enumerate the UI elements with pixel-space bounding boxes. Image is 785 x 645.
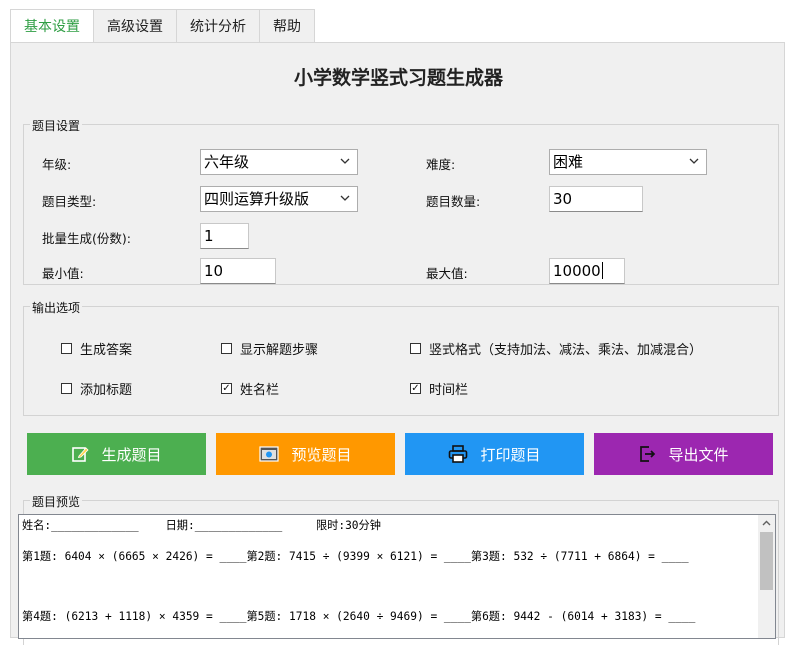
time-field-checkbox[interactable]: ✓ 时间栏: [410, 379, 468, 398]
question-settings-group: 题目设置 年级: 六年级 难度: 困难 题目类型: 四则运算升级版 题目数量: …: [23, 117, 779, 285]
preview-icon: [259, 446, 280, 462]
print-button[interactable]: 打印题目: [405, 433, 584, 475]
tab-help[interactable]: 帮助: [259, 9, 315, 43]
export-button[interactable]: 导出文件: [594, 433, 773, 475]
checkbox-box: [61, 343, 72, 354]
question-type-select-value: 四则运算升级版: [204, 190, 310, 208]
chevron-down-icon: [340, 158, 350, 164]
checkbox-box: [410, 343, 421, 354]
vertical-format-checkbox[interactable]: 竖式格式（支持加法、减法、乘法、加减混合）: [410, 339, 702, 358]
output-options-group: 输出选项 生成答案 显示解题步骤 竖式格式（支持加法、减法、乘法、加减混合） 添…: [23, 299, 779, 416]
generate-button[interactable]: 生成题目: [27, 433, 206, 475]
chevron-down-icon: [340, 195, 350, 201]
preview-legend: 题目预览: [30, 493, 83, 510]
vertical-format-label: 竖式格式（支持加法、减法、乘法、加减混合）: [429, 343, 703, 358]
vertical-scrollbar[interactable]: [758, 515, 775, 638]
question-count-input[interactable]: 30: [549, 186, 643, 212]
tab-statistics[interactable]: 统计分析: [176, 9, 260, 43]
app-title: 小学数学竖式习题生成器: [293, 67, 503, 89]
scrollbar-thumb[interactable]: [760, 532, 773, 590]
scroll-up-icon[interactable]: [761, 518, 772, 529]
output-options-legend: 输出选项: [30, 299, 83, 316]
show-steps-label: 显示解题步骤: [240, 343, 319, 358]
printer-icon: [449, 445, 468, 463]
difficulty-select[interactable]: 困难: [549, 149, 707, 175]
min-value-input[interactable]: 10: [200, 258, 276, 284]
difficulty-select-value: 困难: [553, 153, 584, 171]
name-field-checkbox[interactable]: ✓ 姓名栏: [221, 379, 279, 398]
batch-count-label: 批量生成(份数):: [42, 231, 131, 246]
export-icon: [640, 446, 656, 462]
grade-select[interactable]: 六年级: [200, 149, 358, 175]
preview-textarea[interactable]: 姓名:_____________ 日期:_____________ 限时:30分…: [18, 514, 776, 639]
generate-button-label: 生成题目: [101, 445, 162, 464]
edit-icon: [72, 447, 90, 462]
question-count-label: 题目数量:: [426, 194, 481, 209]
tab-advanced-settings[interactable]: 高级设置: [93, 9, 177, 43]
generate-answer-label: 生成答案: [80, 343, 133, 358]
preview-button[interactable]: 预览题目: [216, 433, 395, 475]
checkmark-icon: ✓: [221, 383, 232, 394]
name-field-label: 姓名栏: [240, 383, 280, 398]
export-button-label: 导出文件: [668, 445, 729, 464]
preview-button-label: 预览题目: [291, 445, 352, 464]
generate-answer-checkbox[interactable]: 生成答案: [61, 339, 132, 358]
max-value-text: 10000: [553, 262, 601, 280]
preview-line: 第1题: 6404 × (6665 × 2426) = ____第2题: 741…: [22, 550, 689, 563]
tab-panel: 小学数学竖式习题生成器 题目设置 年级: 六年级 难度: 困难 题目类型: 四则…: [10, 42, 785, 645]
question-type-select[interactable]: 四则运算升级版: [200, 186, 358, 212]
grade-select-value: 六年级: [204, 153, 250, 171]
checkbox-box: [221, 343, 232, 354]
add-title-label: 添加标题: [80, 383, 133, 398]
preview-line: 第4题: (6213 + 1118) × 4359 = ____第5题: 171…: [22, 610, 696, 623]
checkbox-box: [61, 383, 72, 394]
preview-header-line: 姓名:_____________ 日期:_____________ 限时:30分…: [22, 519, 381, 532]
question-settings-legend: 题目设置: [30, 117, 83, 134]
batch-count-input[interactable]: 1: [200, 223, 249, 249]
text-caret: [601, 262, 603, 279]
checkmark-icon: ✓: [410, 383, 421, 394]
max-value-input[interactable]: 10000: [549, 258, 625, 284]
tab-basic-settings[interactable]: 基本设置: [10, 9, 94, 44]
question-type-label: 题目类型:: [42, 194, 97, 209]
show-steps-checkbox[interactable]: 显示解题步骤: [221, 339, 318, 358]
chevron-down-icon: [689, 158, 699, 164]
time-field-label: 时间栏: [429, 383, 469, 398]
print-button-label: 打印题目: [480, 445, 541, 464]
tab-bar: 基本设置 高级设置 统计分析 帮助: [10, 9, 315, 44]
grade-label: 年级:: [42, 157, 72, 172]
add-title-checkbox[interactable]: 添加标题: [61, 379, 132, 398]
max-value-label: 最大值:: [426, 266, 468, 281]
min-value-label: 最小值:: [42, 266, 84, 281]
difficulty-label: 难度:: [426, 157, 456, 172]
